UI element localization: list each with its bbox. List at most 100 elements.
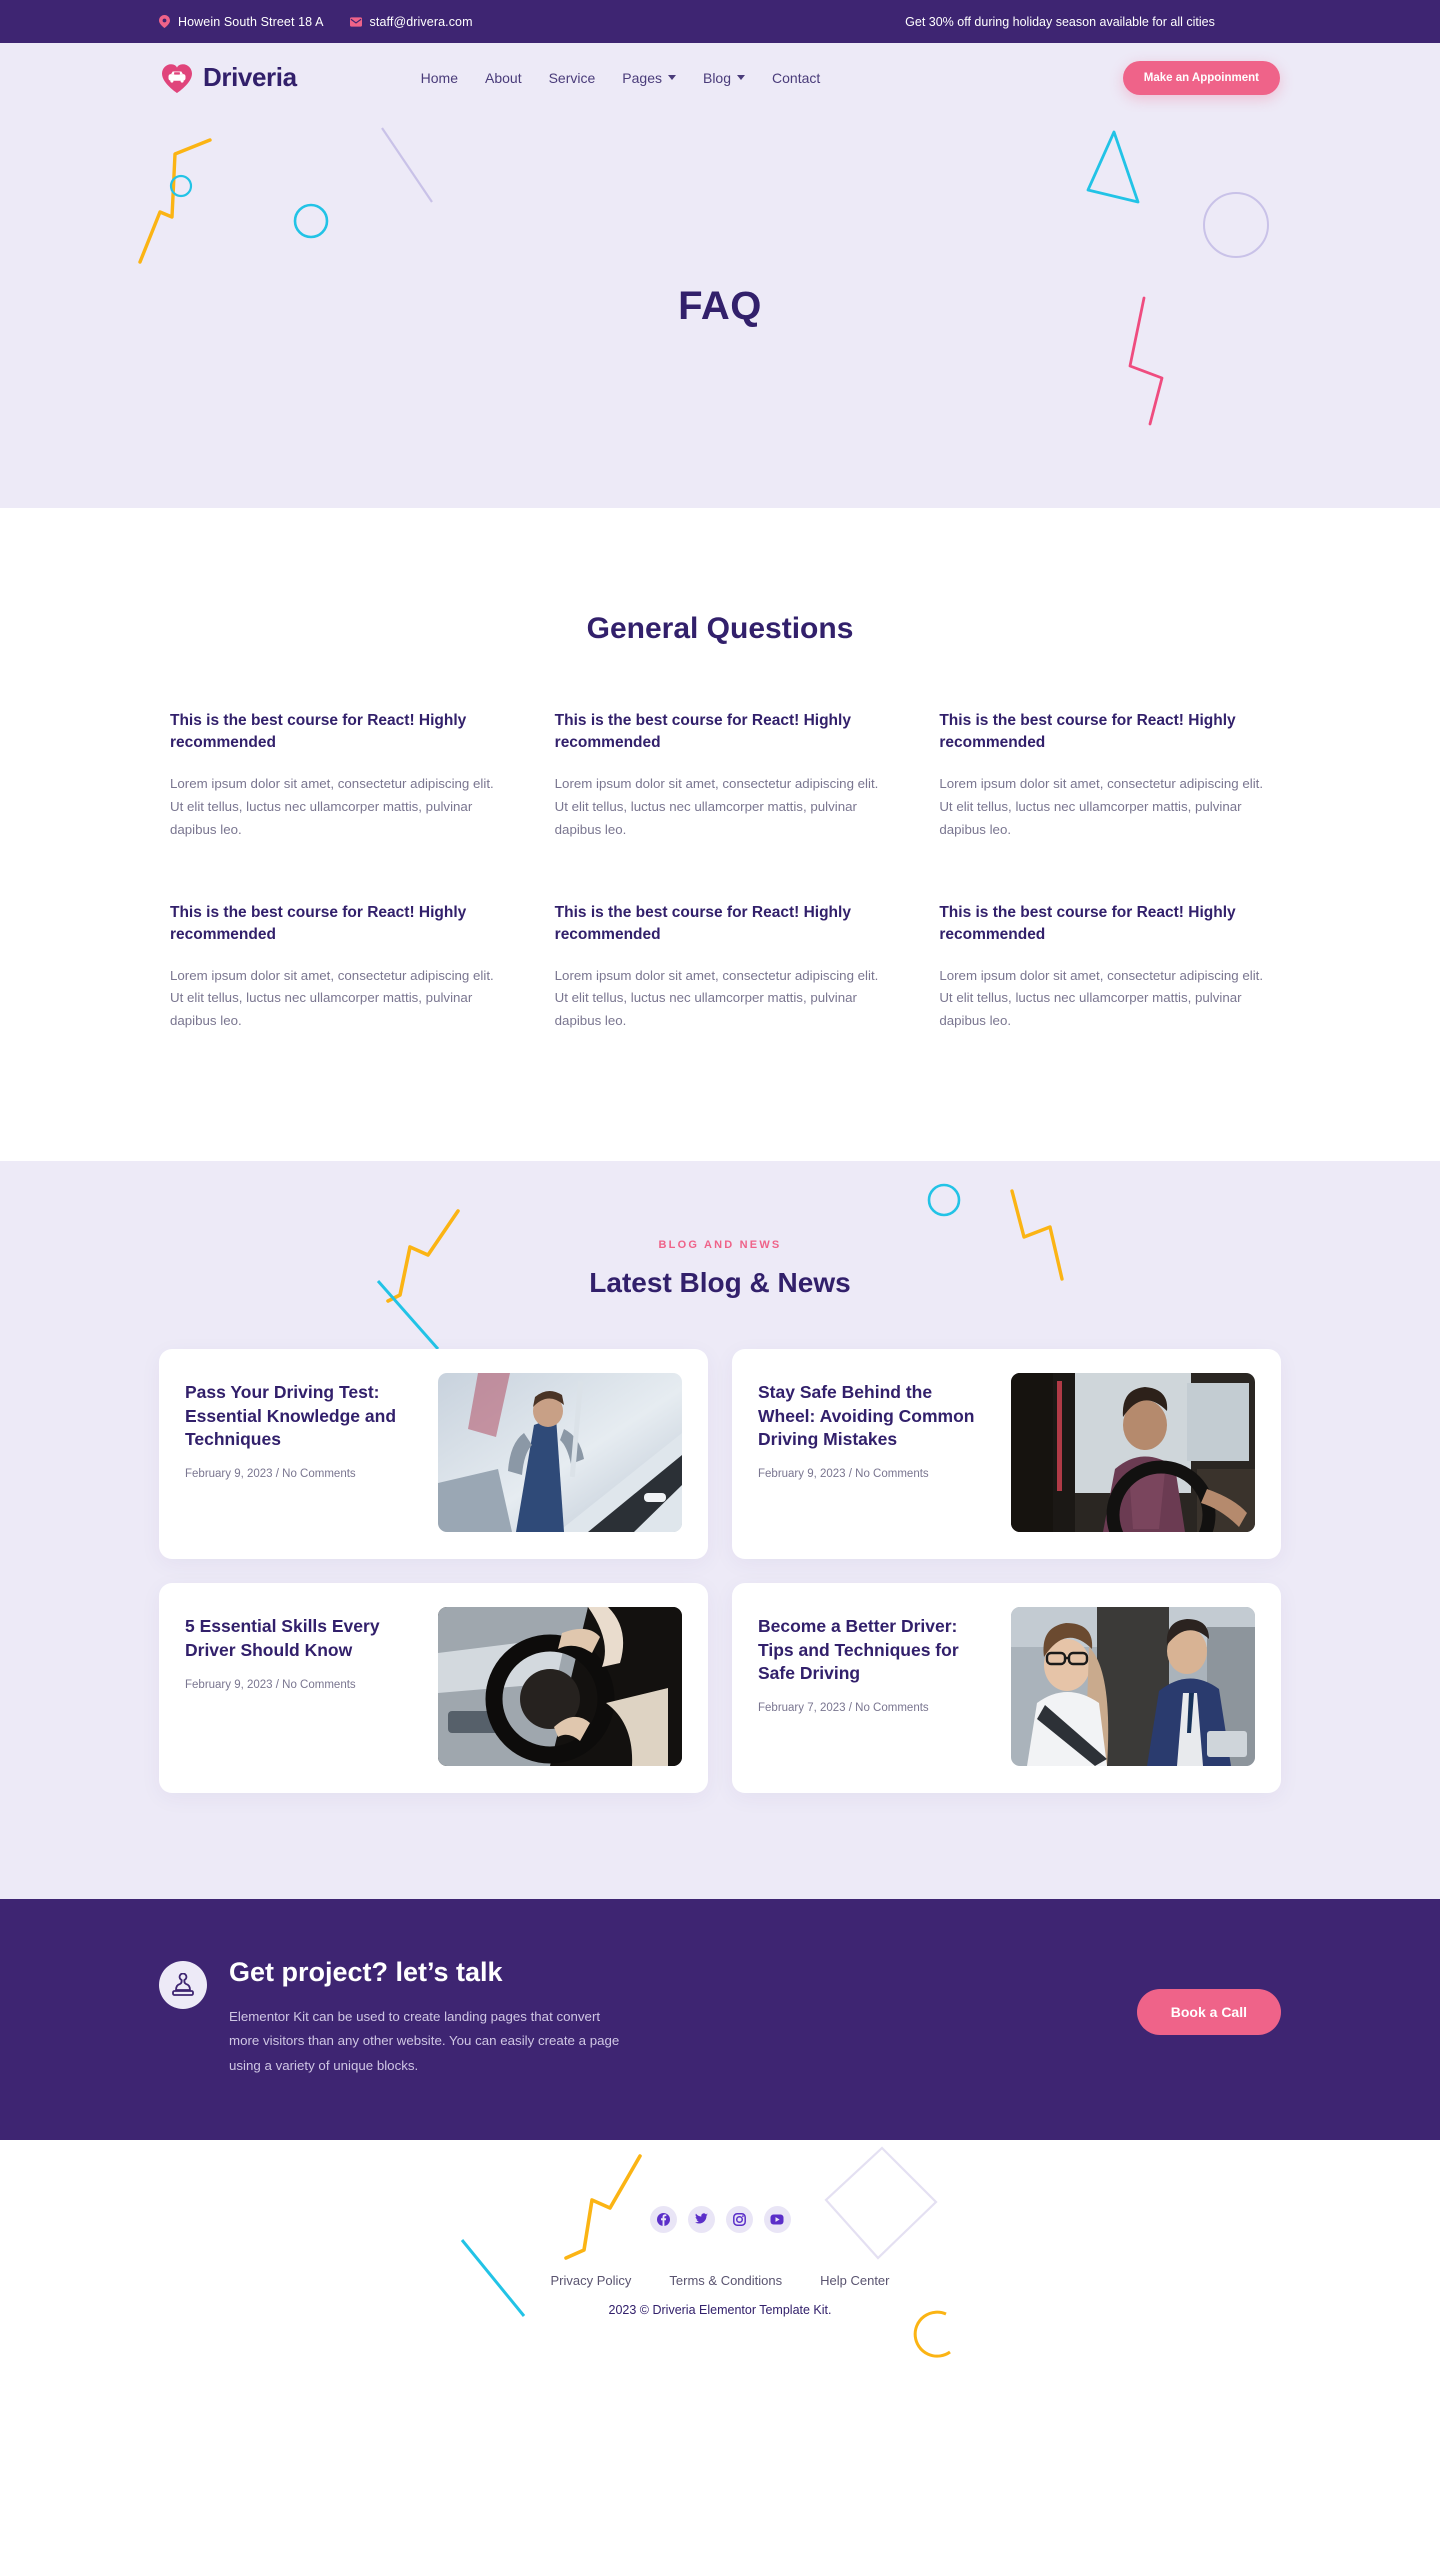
faq-item: This is the best course for React! Highl…: [170, 710, 501, 842]
blog-card-title: Pass Your Driving Test: Essential Knowle…: [185, 1382, 397, 1450]
blog-card-title: Become a Better Driver: Tips and Techniq…: [758, 1616, 959, 1684]
book-a-call-button[interactable]: Book a Call: [1136, 1989, 1281, 2036]
faq-item: This is the best course for React! Highl…: [555, 710, 886, 842]
faq-answer: Lorem ipsum dolor sit amet, consectetur …: [170, 776, 494, 837]
blog-card-body: Stay Safe Behind the Wheel: Avoiding Com…: [758, 1373, 993, 1480]
faq-answer: Lorem ipsum dolor sit amet, consectetur …: [554, 967, 879, 1029]
cta-text-block: Get project? let’s talk Elementor Kit ca…: [229, 1957, 629, 2078]
nav-label: About: [485, 69, 522, 86]
cta-inner: Get project? let’s talk Elementor Kit ca…: [159, 1957, 1281, 2078]
brand-name: Driveria: [203, 62, 297, 92]
site-footer: Privacy Policy Terms & Conditions Help C…: [0, 2139, 1440, 2379]
cta-description: Elementor Kit can be used to create land…: [229, 2009, 620, 2073]
site-header: Driveria Home About Service Pages Blog C…: [0, 43, 1440, 112]
faq-answer: Lorem ipsum dolor sit amet, consectetur …: [939, 776, 1264, 837]
footer-social-links: [0, 2205, 1440, 2233]
blog-card-image-steering-wheel: [438, 1607, 682, 1767]
decor-cyan-circle: [293, 203, 329, 239]
facebook-icon[interactable]: [649, 2205, 677, 2233]
nav-item-blog[interactable]: Blog: [702, 69, 746, 86]
hero-section: FAQ: [0, 112, 1440, 508]
cta-content: Get project? let’s talk Elementor Kit ca…: [159, 1957, 629, 2078]
footer-link-terms-conditions[interactable]: Terms & Conditions: [669, 2273, 782, 2288]
faq-item: This is the best course for React! Highl…: [555, 902, 886, 1034]
blog-card-body: Pass Your Driving Test: Essential Knowle…: [185, 1373, 420, 1480]
blog-section-title: Latest Blog & News: [589, 1267, 851, 1299]
decor-pink-zigzag: [1128, 296, 1164, 426]
topbar-contact-group: Howein South Street 18 A staff@drivera.c…: [158, 15, 473, 29]
decor-lavender-diagonal-line: [381, 127, 433, 203]
topbar-address[interactable]: Howein South Street 18 A: [158, 15, 324, 29]
footer-copyright: 2023 © Driveria Elementor Template Kit.: [608, 2302, 832, 2317]
main-navigation: Home About Service Pages Blog Contact: [421, 70, 821, 86]
chevron-down-icon: [737, 75, 746, 80]
blog-card-title: 5 Essential Skills Every Driver Should K…: [185, 1616, 380, 1660]
faq-question: This is the best course for React! Highl…: [939, 903, 1236, 943]
topbar-promo-text: Get 30% off during holiday season availa…: [905, 14, 1215, 29]
twitter-icon[interactable]: [687, 2205, 715, 2233]
chevron-down-icon: [667, 75, 676, 80]
section-title-general-questions: General Questions: [586, 612, 854, 645]
page-title: FAQ: [678, 283, 762, 328]
nav-label: Blog: [702, 69, 732, 86]
faq-question: This is the best course for React! Highl…: [170, 712, 467, 751]
cta-title: Get project? let’s talk: [229, 1957, 503, 1988]
nav-label: Pages: [622, 69, 662, 86]
blog-card-image-woman-driving: [1011, 1373, 1255, 1533]
stamp-icon: [159, 1961, 207, 2010]
envelope-icon: [349, 15, 362, 28]
decor-cyan-triangle: [1086, 130, 1140, 204]
blog-card-meta: February 9, 2023 / No Comments: [758, 1468, 929, 1481]
blog-card-grid: Pass Your Driving Test: Essential Knowle…: [159, 1349, 1281, 1794]
top-announcement-bar: Howein South Street 18 A staff@drivera.c…: [0, 0, 1440, 43]
faq-item: This is the best course for React! Highl…: [939, 710, 1270, 842]
blog-card[interactable]: Become a Better Driver: Tips and Techniq…: [732, 1583, 1281, 1794]
topbar-email[interactable]: staff@drivera.com: [349, 14, 473, 29]
blog-card-meta: February 9, 2023 / No Comments: [185, 1679, 356, 1692]
blog-eyebrow: BLOG AND NEWS: [658, 1239, 782, 1252]
heart-car-logo-icon: [160, 61, 194, 95]
footer-link-row: Privacy Policy Terms & Conditions Help C…: [0, 2273, 1440, 2288]
general-questions-section: General Questions This is the best cours…: [0, 508, 1440, 1162]
nav-item-service[interactable]: Service: [549, 70, 596, 86]
blog-heading-block: BLOG AND NEWS Latest Blog & News: [0, 1239, 1440, 1299]
faq-page: Howein South Street 18 A staff@drivera.c…: [0, 0, 1440, 2379]
decor-lavender-diamond: [824, 2146, 938, 2260]
instagram-icon[interactable]: [725, 2205, 753, 2233]
faq-answer: Lorem ipsum dolor sit amet, consectetur …: [554, 776, 879, 837]
nav-label: Contact: [772, 69, 821, 86]
blog-card[interactable]: 5 Essential Skills Every Driver Should K…: [159, 1583, 708, 1794]
blog-card-title: Stay Safe Behind the Wheel: Avoiding Com…: [758, 1382, 975, 1450]
blog-card[interactable]: Pass Your Driving Test: Essential Knowle…: [159, 1349, 708, 1560]
faq-item: This is the best course for React! Highl…: [170, 902, 501, 1034]
latest-blog-section: BLOG AND NEWS Latest Blog & News Pass Yo…: [0, 1161, 1440, 1900]
nav-item-contact[interactable]: Contact: [772, 70, 820, 86]
topbar-address-text: Howein South Street 18 A: [178, 14, 324, 29]
footer-link-help-center[interactable]: Help Center: [820, 2273, 889, 2288]
blog-card-image-instructor-student: [1011, 1607, 1255, 1767]
faq-answer: Lorem ipsum dolor sit amet, consectetur …: [170, 967, 494, 1029]
faq-answer: Lorem ipsum dolor sit amet, consectetur …: [939, 967, 1264, 1029]
blog-card-meta: February 7, 2023 / No Comments: [758, 1702, 929, 1715]
blog-card-meta: February 9, 2023 / No Comments: [185, 1468, 356, 1481]
decor-lavender-circle: [1203, 192, 1269, 258]
nav-item-home[interactable]: Home: [421, 70, 458, 86]
faq-question: This is the best course for React! Highl…: [554, 712, 851, 751]
cta-section: Get project? let’s talk Elementor Kit ca…: [0, 1899, 1440, 2140]
decor-cyan-small-circle: [169, 174, 193, 198]
blog-card-body: Become a Better Driver: Tips and Techniq…: [758, 1607, 993, 1714]
nav-item-about[interactable]: About: [485, 70, 522, 86]
decor-cyan-circle-blog: [927, 1183, 961, 1217]
nav-label: Home: [420, 69, 458, 86]
decor-yellow-zigzag-left: [138, 138, 212, 264]
brand-logo[interactable]: Driveria: [160, 61, 297, 95]
blog-card[interactable]: Stay Safe Behind the Wheel: Avoiding Com…: [732, 1349, 1281, 1560]
nav-item-pages[interactable]: Pages: [622, 70, 676, 86]
faq-question: This is the best course for React! Highl…: [939, 712, 1236, 751]
faq-grid: This is the best course for React! Highl…: [160, 710, 1280, 1033]
footer-link-privacy-policy[interactable]: Privacy Policy: [550, 2273, 631, 2288]
topbar-email-text: staff@drivera.com: [369, 14, 473, 29]
make-appointment-button[interactable]: Make an Appoinment: [1122, 60, 1280, 95]
faq-item: This is the best course for React! Highl…: [939, 902, 1270, 1034]
youtube-icon[interactable]: [763, 2205, 791, 2233]
